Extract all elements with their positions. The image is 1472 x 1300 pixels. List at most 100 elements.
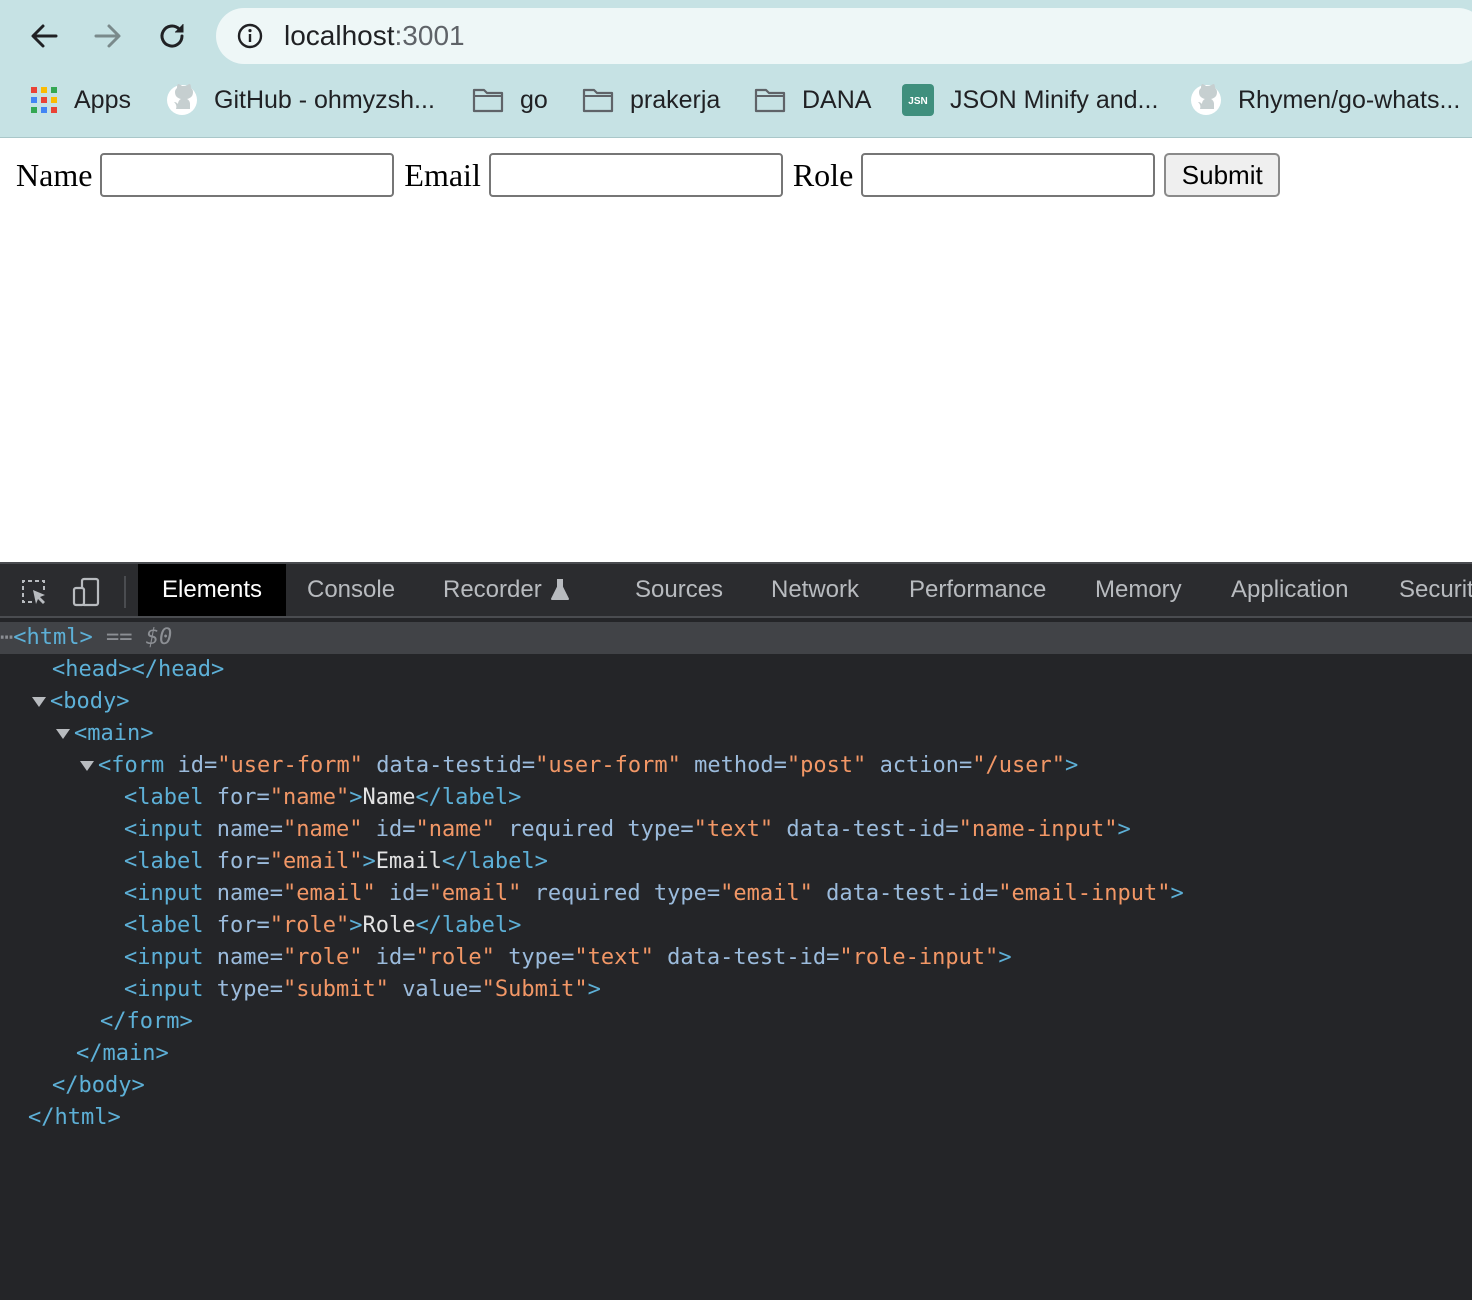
- tab-recorder[interactable]: Recorder: [443, 564, 570, 616]
- dom-node-label-email[interactable]: <label for="email">Email</label>: [0, 846, 1472, 878]
- url-text[interactable]: localhost:3001: [284, 20, 465, 52]
- dom-body-close-tag: </body>: [52, 1073, 145, 1098]
- dom-form-tag: <form: [98, 753, 165, 778]
- url-host: localhost: [284, 20, 395, 51]
- dom-node-label-name[interactable]: <label for="name">Name</label>: [0, 782, 1472, 814]
- back-button[interactable]: [22, 14, 66, 58]
- submit-button[interactable]: Submit: [1164, 153, 1281, 197]
- attr-value: "email": [269, 849, 363, 874]
- attr-value: "email": [720, 881, 813, 906]
- attr-name: required: [534, 881, 641, 906]
- bookmarks-bar: Apps GitHub - ohmyzsh... go prakerja DAN…: [0, 72, 1472, 128]
- attr-value: "name": [269, 785, 350, 810]
- dom-node-input-submit[interactable]: <input type="submit" value="Submit">: [0, 974, 1472, 1006]
- tab-application[interactable]: Application: [1231, 564, 1348, 616]
- attr-value: "text": [574, 945, 654, 970]
- bookmark-folder-dana[interactable]: DANA: [754, 82, 871, 118]
- attr-name: data-test-id: [786, 817, 946, 842]
- dom-node-form[interactable]: <form id="user-form" data-testid="user-f…: [0, 750, 1472, 782]
- dom-node-input-role[interactable]: <input name="role" id="role" type="text"…: [0, 942, 1472, 974]
- dom-node-label-role[interactable]: <label for="role">Role</label>: [0, 910, 1472, 942]
- attr-name: required: [508, 817, 615, 842]
- attr-value: "post": [786, 753, 867, 778]
- arrow-left-icon: [31, 24, 58, 48]
- email-input[interactable]: [488, 153, 783, 197]
- dom-main-close-tag: </main>: [76, 1041, 169, 1066]
- bookmark-label: DANA: [802, 85, 872, 114]
- dom-node-body-close[interactable]: </body>: [0, 1070, 1472, 1102]
- dom-text-node: Role: [362, 913, 416, 938]
- tab-console[interactable]: Console: [307, 564, 395, 616]
- device-mode-icon: [72, 577, 100, 607]
- bookmark-folder-go[interactable]: go: [472, 82, 548, 118]
- attr-value: "role": [415, 945, 495, 970]
- inspect-element-button[interactable]: [16, 574, 52, 610]
- dom-node-html[interactable]: ⋯<html> == $0: [0, 622, 1472, 654]
- name-input[interactable]: [100, 153, 395, 197]
- tab-recorder-label: Recorder: [443, 576, 542, 603]
- dom-node-input-email[interactable]: <input name="email" id="email" required …: [0, 878, 1472, 910]
- bookmark-apps[interactable]: Apps: [30, 82, 131, 118]
- attr-name: data-testid: [376, 753, 522, 778]
- bookmark-folder-prakerja[interactable]: prakerja: [582, 82, 720, 118]
- user-form: Name Email Role Submit: [16, 153, 1281, 197]
- attr-value: "user-form": [217, 753, 363, 778]
- ellipsis-text: ⋯: [0, 625, 14, 650]
- bookmark-label: GitHub - ohmyzsh...: [214, 85, 435, 114]
- tab-performance[interactable]: Performance: [909, 564, 1046, 616]
- info-icon[interactable]: [236, 22, 264, 50]
- dom-node-input-name[interactable]: <input name="name" id="name" required ty…: [0, 814, 1472, 846]
- selected-node-marker: == $0: [105, 625, 173, 650]
- attr-value: "name": [415, 817, 495, 842]
- attr-value: "/user": [972, 753, 1066, 778]
- expand-triangle-icon[interactable]: [32, 697, 46, 707]
- attr-name: id: [388, 881, 416, 906]
- attr-name: data-test-id: [667, 945, 827, 970]
- forward-button[interactable]: [86, 14, 130, 58]
- tab-security[interactable]: Securit: [1399, 564, 1472, 616]
- expand-triangle-icon[interactable]: [80, 761, 94, 771]
- expand-triangle-icon[interactable]: [56, 729, 70, 739]
- attr-value: "email": [428, 881, 522, 906]
- folder-icon: [754, 88, 786, 113]
- devtools-toolbar: Elements Console Recorder Sources Networ…: [0, 562, 1472, 618]
- bookmark-rhymen-go-whatsapp[interactable]: Rhymen/go-whats...: [1190, 82, 1460, 118]
- attr-name: name: [216, 945, 270, 970]
- attr-name: type: [508, 945, 562, 970]
- dom-body-open-tag: <body>: [50, 689, 130, 714]
- dom-node-body[interactable]: <body>: [0, 686, 1472, 718]
- tab-elements[interactable]: Elements: [138, 564, 287, 616]
- dom-head-tag: <head></head>: [52, 657, 225, 682]
- dom-text-node: Email: [375, 849, 442, 874]
- attr-value: "email-input": [998, 881, 1171, 906]
- dom-main-open-tag: <main>: [74, 721, 154, 746]
- arrow-right-icon: [94, 24, 121, 48]
- address-bar[interactable]: localhost:3001: [216, 8, 1472, 64]
- device-toolbar-button[interactable]: [68, 574, 104, 610]
- role-input[interactable]: [861, 153, 1156, 197]
- dom-node-form-close[interactable]: </form>: [0, 1006, 1472, 1038]
- tab-network[interactable]: Network: [771, 564, 859, 616]
- dom-form-close-tag: </form>: [100, 1009, 193, 1034]
- github-icon: [167, 84, 197, 115]
- attr-name: type: [627, 817, 681, 842]
- bookmark-label: Rhymen/go-whats...: [1238, 85, 1461, 114]
- dom-node-html-close[interactable]: </html>: [0, 1102, 1472, 1134]
- attr-name: action: [879, 753, 960, 778]
- attr-value: "user-form": [535, 753, 681, 778]
- reload-button[interactable]: [150, 14, 194, 58]
- tab-sources[interactable]: Sources: [635, 564, 723, 616]
- attr-name: method: [694, 753, 774, 778]
- name-label: Name: [16, 157, 93, 193]
- flask-icon: [550, 579, 569, 600]
- dom-html-close-tag: </html>: [28, 1105, 121, 1130]
- tab-memory[interactable]: Memory: [1095, 564, 1182, 616]
- dom-node-main-close[interactable]: </main>: [0, 1038, 1472, 1070]
- attr-value: "submit": [282, 977, 389, 1002]
- bookmark-json-minify[interactable]: JSN JSON Minify and...: [902, 82, 1158, 118]
- attr-name: name: [216, 881, 270, 906]
- bookmark-label: prakerja: [630, 85, 721, 114]
- dom-node-head[interactable]: <head></head>: [0, 654, 1472, 686]
- bookmark-github-ohmyzsh[interactable]: GitHub - ohmyzsh...: [166, 82, 435, 118]
- dom-node-main[interactable]: <main>: [0, 718, 1472, 750]
